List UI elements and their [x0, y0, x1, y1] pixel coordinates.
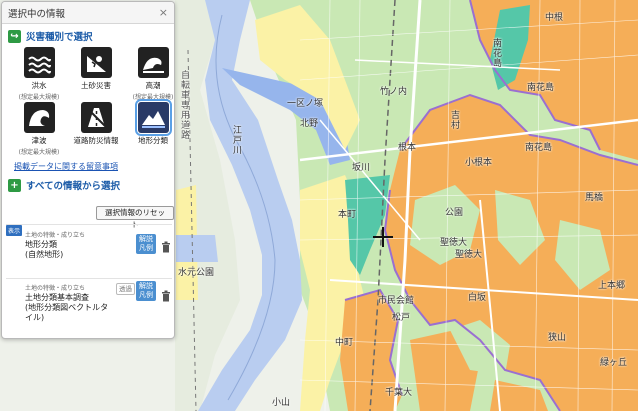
hazard-flood-label: 洪水	[31, 81, 47, 90]
layer-item[interactable]: 表示 土地の特徴・成り立ち 地形分類 (自然地形) 解説 凡例	[6, 224, 172, 276]
map-label-sayama: 狭山	[548, 333, 567, 343]
hazard-road-disaster-label: 道路防災情報	[73, 136, 119, 145]
tsunami-icon	[23, 102, 55, 133]
map-label-chibadai: 千葉大	[385, 388, 413, 398]
map-label-shiminkaikan: 市民会館	[378, 296, 415, 306]
hazard-flood-sub: (想定最大規模)	[18, 94, 60, 101]
hazard-road-disaster-button[interactable]: 道路防災情報	[71, 102, 121, 155]
hazard-landform-button[interactable]: 地形分類	[128, 99, 174, 155]
close-icon[interactable]: ×	[159, 6, 168, 19]
map-label-park-2: 公園	[445, 208, 464, 218]
map-label-matsudo: 松戸	[392, 313, 411, 323]
visible-badge: 表示	[6, 225, 23, 236]
layer-name-line1: 土地分類基本調査	[25, 293, 89, 302]
map-label-kamihongo: 上本郷	[598, 281, 626, 291]
map-label-shirasaka: 白坂	[468, 293, 487, 303]
legend-button-line1: 解説	[139, 235, 153, 243]
map-label-kitano: 北野	[300, 119, 319, 129]
hazard-storm-surge-label: 高潮	[145, 81, 161, 90]
map-center-crosshair	[373, 227, 393, 247]
map-label-yoshimura: 吉村	[449, 110, 459, 130]
layer-category: 土地の特徴・成り立ち	[25, 285, 86, 292]
all-info-title: すべての情報から選択	[26, 181, 120, 192]
hazard-landslide-label: 土砂災害	[81, 81, 111, 90]
legend-button[interactable]: 解説 凡例	[136, 281, 156, 301]
landform-icon	[134, 99, 172, 136]
map-label-ikkunotsuka: 一区ノ塚	[287, 99, 324, 109]
hazard-flood-button[interactable]: 洪水 (想定最大規模)	[14, 47, 64, 101]
layer-name-line2: (地形分類図ベクトルタ	[25, 303, 109, 312]
hazard-tsunami-sub: (想定最大規模)	[18, 149, 60, 156]
hazard-type-grid: 洪水 (想定最大規模) 土砂災害 高潮 (想定最大規模) 津波 (想定最大規模)	[2, 45, 174, 156]
map-label-koyama: 小山	[272, 398, 291, 408]
map-label-nemoto: 根本	[398, 143, 417, 153]
legend-button[interactable]: 解説 凡例	[136, 234, 156, 254]
data-notice-link[interactable]: 掲載データに関する留意事項	[2, 161, 174, 172]
map-label-minamihanashima-3: 南花島	[525, 143, 553, 153]
panel-header: 選択中の情報 ×	[2, 2, 174, 24]
map-label-bike-road: 自転車専用道路	[179, 70, 189, 140]
map-label-sakagawa: 坂川	[352, 163, 371, 173]
hazard-tsunami-label: 津波	[31, 136, 47, 145]
hazard-storm-surge-button[interactable]: 高潮 (想定最大規模)	[128, 47, 174, 101]
layer-category: 土地の特徴・成り立ち	[25, 232, 86, 239]
reset-selection-button[interactable]: 選択情報のリセット	[96, 206, 174, 229]
flood-icon	[23, 47, 55, 78]
arrow-icon: ↪	[8, 29, 21, 43]
map-label-minamihanashima-2: 南花島	[527, 83, 555, 93]
road-disaster-icon	[80, 102, 112, 133]
hazard-storm-surge-sub: (想定最大規模)	[132, 94, 174, 101]
map-label-takenouchi: 竹ノ内	[380, 87, 408, 97]
hazard-landform-label: 地形分類	[138, 136, 168, 145]
layer-name-line2: (自然地形)	[25, 250, 64, 259]
legend-button-line1: 解説	[139, 282, 153, 290]
layer-name-line1: 地形分類	[25, 240, 57, 249]
map-label-nakane: 中根	[545, 13, 564, 23]
trash-icon[interactable]	[161, 241, 171, 253]
panel-title: 選択中の情報	[8, 8, 66, 20]
map-label-edogawa: 江戸川	[231, 125, 241, 155]
info-panel: 選択中の情報 × ↪ 災害種別で選択 洪水 (想定最大規模) 土砂災害 高潮 (…	[1, 1, 175, 339]
map-label-seitokudai-2: 聖徳大	[455, 250, 483, 260]
layer-name-line3: イル)	[25, 313, 45, 322]
legend-button-line2: 凡例	[139, 244, 153, 252]
map-label-mabashi: 馬橋	[585, 193, 604, 203]
hazard-section-header[interactable]: ↪ 災害種別で選択	[2, 27, 174, 45]
transparency-button[interactable]: 透過	[116, 283, 135, 295]
plus-icon: +	[8, 178, 21, 192]
all-info-header[interactable]: + すべての情報から選択	[2, 176, 174, 194]
landslide-icon	[80, 47, 112, 78]
hazard-tsunami-button[interactable]: 津波 (想定最大規模)	[14, 102, 64, 156]
hazard-section-title: 災害種別で選択	[26, 32, 93, 43]
map-label-honcho: 本町	[338, 210, 357, 220]
hazard-landslide-button[interactable]: 土砂災害	[71, 47, 121, 100]
map-label-minamihanashima: 南花島	[491, 38, 501, 68]
map-label-park: 水元公園	[178, 268, 215, 278]
map-label-nakamachi: 中町	[335, 338, 354, 348]
map-label-midorigaoka: 緑ヶ丘	[600, 358, 628, 368]
storm-surge-icon	[137, 47, 169, 78]
layer-item[interactable]: 土地の特徴・成り立ち 土地分類基本調査 (地形分類図ベクトルタ イル) 透過 解…	[6, 278, 172, 336]
legend-button-line2: 凡例	[139, 291, 153, 299]
map-label-konemoto: 小根本	[465, 158, 493, 168]
trash-icon[interactable]	[161, 290, 171, 302]
